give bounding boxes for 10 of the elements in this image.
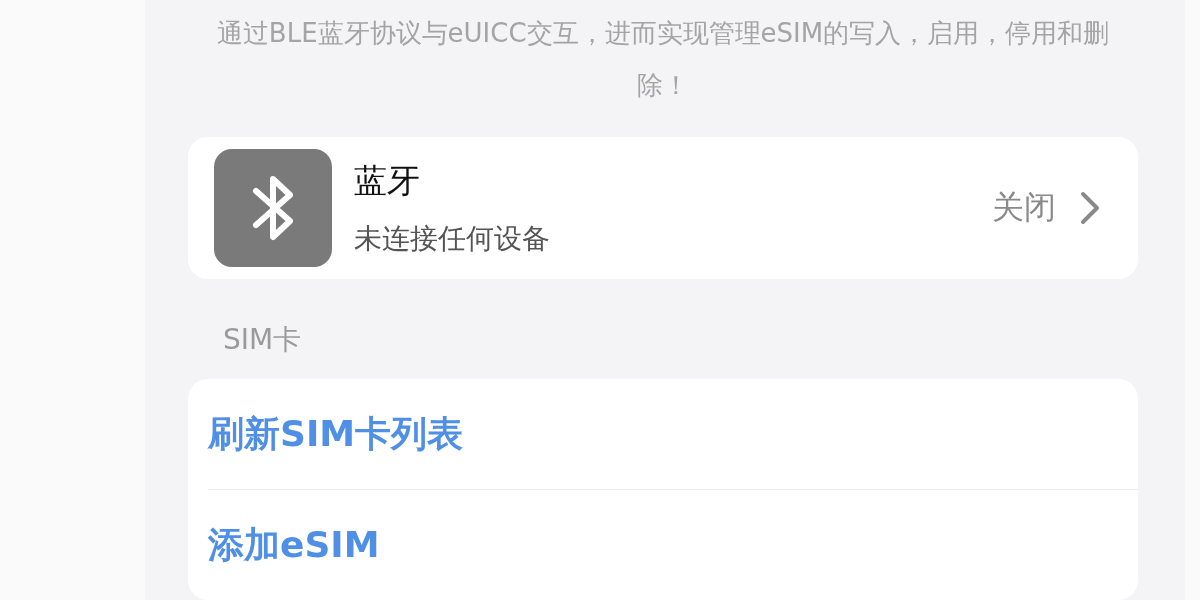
bluetooth-title: 蓝牙	[354, 159, 420, 202]
action-button[interactable]: 添加eSIM	[208, 490, 380, 600]
bluetooth-state: 关闭	[992, 187, 1056, 228]
bluetooth-icon	[214, 149, 332, 267]
connection-status: 未连接任何设备	[354, 220, 550, 257]
bluetooth-card[interactable]: 蓝牙 未连接任何设备 关闭	[188, 137, 1138, 279]
description-text: 通过BLE蓝牙协议与eUICC交互，进而实现管理eSIM的写入，启用，停用和删除！	[215, 17, 1111, 102]
action-button[interactable]: 刷新SIM卡列表	[208, 379, 464, 489]
section-header: SIM卡	[223, 322, 302, 358]
chevron-right-icon	[1080, 191, 1100, 225]
